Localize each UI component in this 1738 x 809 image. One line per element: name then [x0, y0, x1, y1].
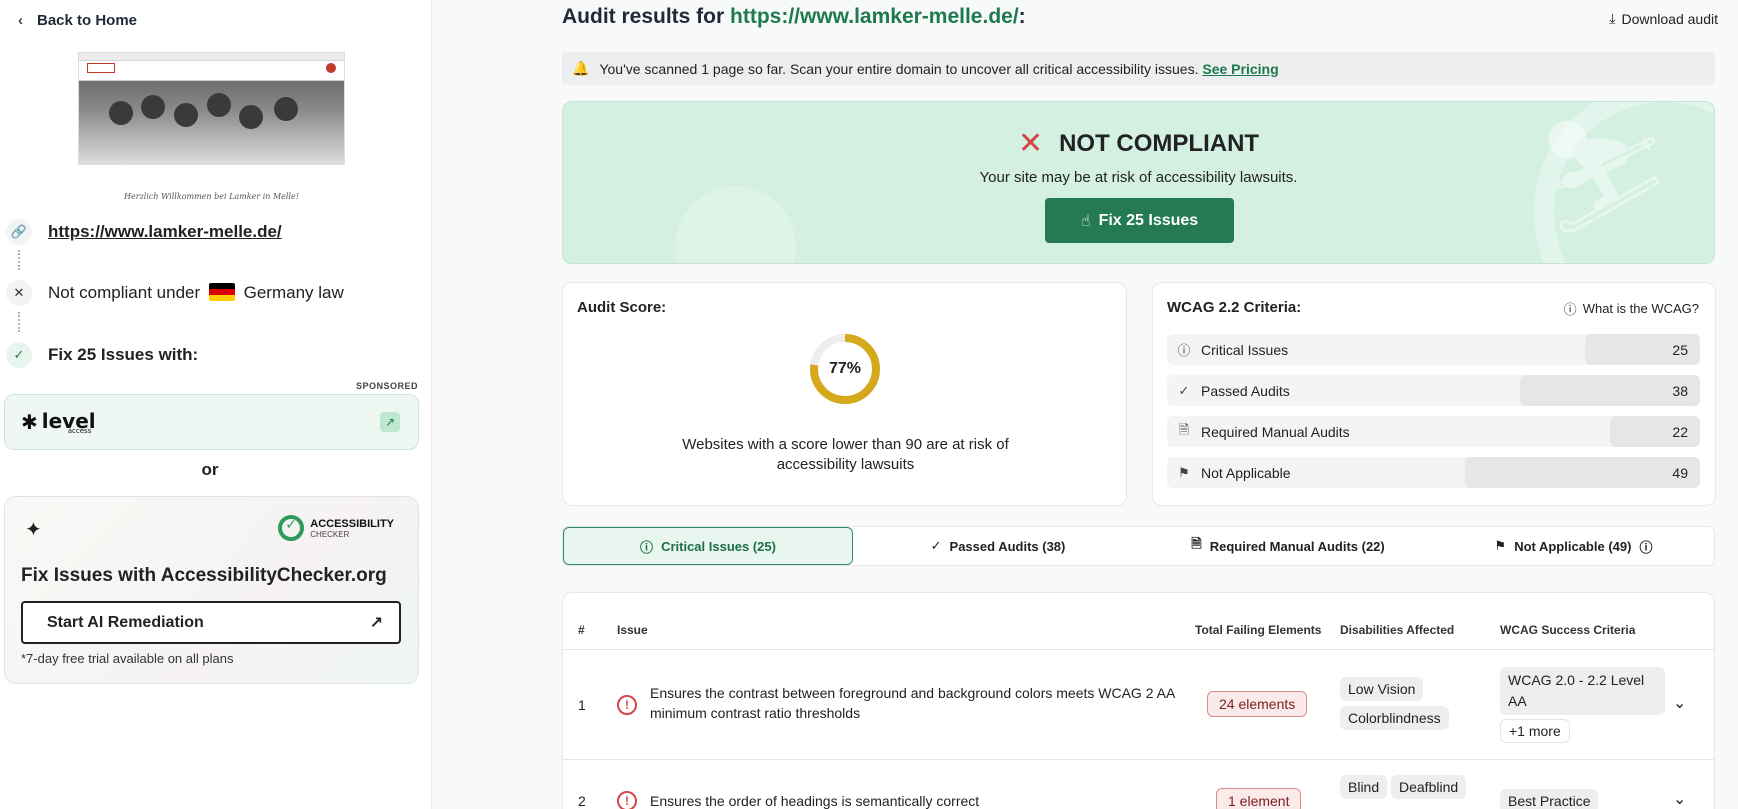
download-icon: ⤓: [1609, 10, 1616, 26]
step-connector: [18, 250, 20, 270]
scan-notice: 🔔 You've scanned 1 page so far. Scan you…: [562, 52, 1715, 85]
link-icon: 🔗: [6, 219, 32, 245]
check-icon: ✓: [1178, 382, 1190, 398]
audited-url-link[interactable]: https://www.lamker-melle.de/: [730, 5, 1019, 28]
fix-issues-button[interactable]: ☝ Fix 25 Issues: [1045, 198, 1234, 243]
step-url: 🔗 https://www.lamker-melle.de/: [6, 219, 282, 245]
issue-text: Ensures the contrast between foreground …: [650, 685, 1175, 721]
col-header-criteria: WCAG Success Criteria: [1500, 623, 1636, 637]
disability-tag: Colorblindness: [1340, 706, 1449, 730]
back-label: Back to Home: [37, 12, 138, 29]
more-criteria-tag[interactable]: +1 more: [1500, 719, 1570, 743]
col-header-num: #: [578, 623, 585, 637]
tab-not-applicable[interactable]: ⚑ Not Applicable (49) ⓘ: [1433, 527, 1714, 565]
score-value: 77%: [828, 360, 862, 377]
flag-icon: ⚑: [1178, 464, 1190, 480]
score-note: Websites with a score lower than 90 are …: [682, 436, 1009, 473]
accessibility-checker-logo: ACCESSIBILITY CHECKER: [278, 515, 394, 541]
step-connector: [18, 312, 20, 332]
criteria-tag: WCAG 2.0 - 2.2 Level AA: [1500, 667, 1665, 715]
alert-circle-icon: ⓘ: [640, 539, 654, 555]
check-icon: ✓: [6, 342, 32, 368]
close-icon: ✕: [6, 280, 32, 306]
page-title: Audit results for https://www.lamker-mel…: [562, 5, 1026, 28]
download-audit-button[interactable]: ⤓ Download audit: [1609, 10, 1718, 27]
col-header-issue: Issue: [617, 623, 648, 637]
check-icon: ✓: [930, 538, 942, 553]
wcag-title: WCAG 2.2 Criteria:: [1167, 299, 1302, 316]
level-access-logo: ✱ level access: [21, 409, 96, 435]
close-icon: ✕: [1017, 127, 1044, 160]
failing-elements-badge: 1 element: [1216, 788, 1302, 809]
expand-chevron-icon[interactable]: ⌄: [1673, 693, 1686, 713]
compliance-prefix: Not compliant under: [48, 283, 201, 302]
site-url-link[interactable]: https://www.lamker-melle.de/: [48, 222, 282, 242]
tab-passed-audits[interactable]: ✓ Passed Audits (38): [853, 527, 1143, 565]
alert-circle-icon: ⓘ: [1177, 343, 1191, 358]
tab-required-manual-audits[interactable]: 🗎 Required Manual Audits (22): [1143, 527, 1433, 565]
level-access-card[interactable]: ✱ level access ↗: [4, 394, 419, 450]
wcag-criteria-card: WCAG 2.2 Criteria: ⓘ What is the WCAG? ⓘ…: [1152, 282, 1716, 506]
risk-text: Your site may be at risk of accessibilit…: [979, 169, 1298, 186]
disability-tag: Blind: [1340, 775, 1388, 799]
flag-icon: ⚑: [1494, 538, 1507, 553]
document-icon: 🗎: [1191, 536, 1202, 551]
disability-tag: Low Vision: [1340, 677, 1424, 701]
ac-title: Fix Issues with AccessibilityChecker.org: [21, 565, 387, 586]
info-icon: ⓘ: [1639, 539, 1653, 555]
tab-critical-issues[interactable]: ⓘ Critical Issues (25): [563, 527, 853, 565]
or-divider: or: [201, 460, 219, 479]
pointer-hand-icon: ☝: [1080, 212, 1091, 230]
chevron-left-icon: ‹: [18, 12, 23, 29]
site-screenshot: [78, 52, 345, 165]
alert-icon: !: [617, 695, 637, 715]
main-content: Audit results for https://www.lamker-mel…: [432, 0, 1738, 809]
sponsored-label: SPONSORED: [355, 381, 418, 391]
step-compliance: ✕ Not compliant under Germany law: [6, 280, 344, 306]
compliance-law: Germany law: [243, 283, 344, 302]
start-ai-remediation-button[interactable]: Start AI Remediation ↗: [21, 601, 401, 644]
germany-flag-icon: [208, 283, 235, 301]
criteria-row-not-applicable: ⚑ Not Applicable 49: [1167, 457, 1700, 488]
criteria-row-manual: 🗎 Required Manual Audits 22: [1167, 416, 1700, 447]
document-icon: 🗎: [1178, 421, 1190, 437]
step-fix: ✓ Fix 25 Issues with:: [6, 342, 198, 368]
sidebar: ‹ Back to Home Herzlich Willkommen bei L…: [0, 0, 432, 809]
fix-issues-label: Fix 25 Issues with:: [48, 345, 199, 364]
criteria-tag: Best Practice: [1500, 789, 1599, 809]
results-tabs: ⓘ Critical Issues (25) ✓ Passed Audits (…: [562, 526, 1715, 566]
what-is-wcag-link[interactable]: ⓘ What is the WCAG?: [1564, 299, 1699, 318]
sparkle-icon: ✦: [25, 519, 42, 541]
see-pricing-link[interactable]: See Pricing: [1202, 61, 1278, 77]
trial-note: *7-day free trial available on all plans: [21, 651, 234, 666]
back-to-home-link[interactable]: ‹ Back to Home: [18, 12, 137, 29]
issues-table: # Issue Total Failing Elements Disabilit…: [562, 592, 1715, 809]
criteria-row-critical: ⓘ Critical Issues 25: [1167, 334, 1700, 365]
bell-icon: 🔔: [572, 60, 590, 76]
score-donut: 77%: [808, 332, 882, 406]
failing-elements-badge: 24 elements: [1207, 691, 1308, 717]
issue-text: Ensures the order of headings is semanti…: [650, 793, 980, 809]
col-header-failing: Total Failing Elements: [1195, 623, 1322, 637]
disability-tag: Deafblind: [1391, 775, 1467, 799]
alert-icon: !: [617, 791, 637, 809]
audit-score-card: Audit Score: 77% Websites with a score l…: [562, 282, 1127, 506]
arrow-up-right-icon: ↗: [369, 614, 383, 632]
audit-score-title: Audit Score:: [577, 299, 667, 316]
asterisk-icon: ✱: [21, 410, 38, 434]
col-header-disabilities: Disabilities Affected: [1340, 623, 1455, 637]
accessibility-checker-card: ✦ ACCESSIBILITY CHECKER Fix Issues with …: [4, 496, 419, 684]
site-caption: Herzlich Willkommen bei Lamker in Melle!: [124, 192, 299, 201]
checker-logo-icon: [278, 515, 305, 541]
compliance-banner: ⛷ ✕ NOT COMPLIANT Your site may be at ri…: [562, 101, 1715, 264]
compliance-status: ✕ NOT COMPLIANT: [1017, 127, 1260, 160]
criteria-row-passed: ✓ Passed Audits 38: [1167, 375, 1700, 406]
expand-chevron-icon[interactable]: ⌄: [1673, 789, 1686, 809]
info-icon: ⓘ: [1563, 302, 1577, 317]
external-link-icon[interactable]: ↗: [380, 412, 400, 432]
